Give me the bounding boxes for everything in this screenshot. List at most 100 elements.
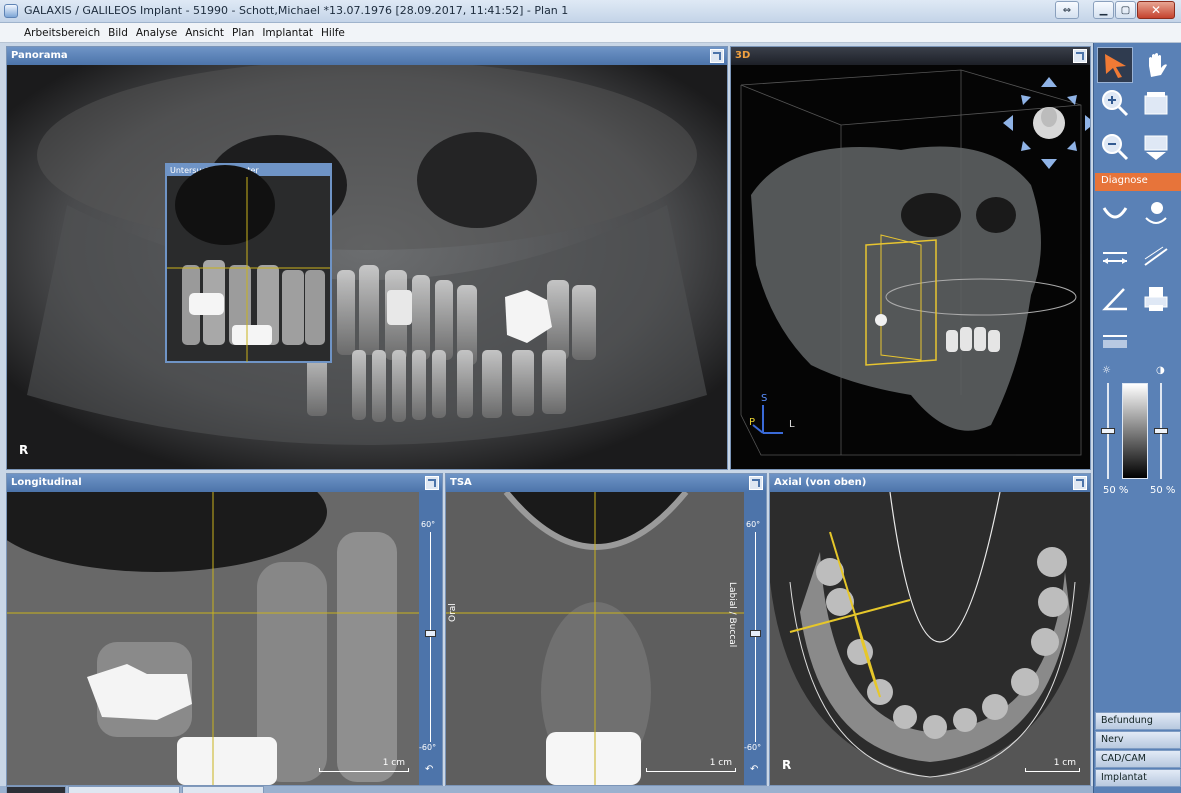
zoom-in-icon — [1102, 90, 1129, 117]
angle-icon — [1102, 288, 1127, 311]
longitudinal-panel: Longitudinal 60° -60° ↶ 1 cm — [6, 473, 443, 786]
menu-arbeitsbereich[interactable]: Arbeitsbereich — [24, 27, 100, 39]
view3d-view[interactable]: S P L — [731, 65, 1090, 469]
longitudinal-tilt-top: 60° — [421, 520, 436, 529]
menu-plan[interactable]: Plan — [232, 27, 254, 39]
view3d-header: 3D — [731, 47, 1090, 65]
workspace-tab[interactable] — [182, 786, 264, 793]
axial-orientation-label: R — [782, 758, 792, 772]
menu-bar: Arbeitsbereich Bild Analyse Ansicht Plan… — [0, 23, 1181, 43]
axial-view[interactable]: R 1 cm — [770, 492, 1090, 785]
tsa-tilt-bottom: -60° — [744, 743, 762, 752]
close-button[interactable]: ✕ — [1137, 1, 1175, 19]
brightness-value: 50 % — [1103, 485, 1129, 496]
menu-analyse[interactable]: Analyse — [136, 27, 177, 39]
distance-tool[interactable] — [1097, 238, 1133, 274]
density-tool[interactable] — [1097, 323, 1133, 359]
tsa-tilt-top: 60° — [746, 520, 761, 529]
ruler-horizontal-icon — [1103, 252, 1127, 264]
tsa-tilt-slider[interactable]: 60° -60° ↶ — [744, 492, 766, 785]
panorama-view[interactable]: Untersuchungsfenster R — [7, 65, 727, 469]
gray-level-gradient — [1122, 383, 1148, 479]
workspace-tab[interactable] — [6, 786, 66, 793]
longitudinal-tilt-slider[interactable]: 60° -60° ↶ — [419, 492, 442, 785]
layer-stack-icon — [1144, 92, 1168, 115]
brightness-handle[interactable] — [1101, 428, 1115, 434]
longitudinal-maximize-icon[interactable] — [425, 476, 439, 490]
ruler-diagonal-icon — [1144, 246, 1168, 266]
contrast-handle[interactable] — [1154, 428, 1168, 434]
tsa-reset-icon[interactable]: ↶ — [750, 764, 758, 775]
workspace-tab-bar — [0, 786, 1093, 793]
zoom-in-tool[interactable] — [1097, 85, 1133, 121]
contrast-value: 50 % — [1150, 485, 1176, 496]
tsa-tilt-handle[interactable] — [750, 630, 761, 637]
view3d-image: S P L — [731, 65, 1090, 469]
layer-down-tool[interactable] — [1138, 129, 1174, 165]
window-title: GALAXIS / GALILEOS Implant - 51990 - Sch… — [24, 4, 569, 17]
longitudinal-image — [7, 492, 419, 785]
title-bar: GALAXIS / GALILEOS Implant - 51990 - Sch… — [0, 0, 1181, 23]
density-ruler-icon — [1103, 335, 1127, 348]
axial-image — [770, 492, 1090, 785]
longitudinal-header: Longitudinal — [7, 474, 442, 492]
longitudinal-tilt-handle[interactable] — [425, 630, 436, 637]
axis-p-label: P — [749, 417, 755, 428]
tab-cad-cam[interactable]: CAD/CAM — [1095, 750, 1181, 768]
pointer-tool[interactable] — [1097, 47, 1133, 83]
tsa-image — [446, 492, 744, 785]
panorama-image: Untersuchungsfenster — [7, 65, 727, 469]
longitudinal-view[interactable]: 60° -60° ↶ 1 cm — [7, 492, 442, 785]
arrow-pointer-icon — [1105, 54, 1126, 78]
workspace-tab[interactable] — [68, 786, 180, 793]
longitudinal-tilt-bottom: -60° — [419, 743, 437, 752]
tsa-labial-label: Labial / Buccal — [727, 582, 737, 648]
minimize-button[interactable]: ▁ — [1093, 1, 1114, 19]
panorama-header: Panorama — [7, 47, 727, 65]
tsa-panel: TSA Oral Labial / Buccal 60° -60° ↶ 1 cm — [445, 473, 767, 786]
tsa-scale-bar: 1 cm — [646, 758, 736, 772]
longitudinal-reset-icon[interactable]: ↶ — [425, 764, 433, 775]
zoom-out-tool[interactable] — [1097, 129, 1133, 165]
tab-nerv[interactable]: Nerv — [1095, 731, 1181, 749]
exam-window[interactable]: Untersuchungsfenster — [165, 163, 332, 363]
axial-header: Axial (von oben) — [770, 474, 1090, 492]
tsa-view[interactable]: Oral Labial / Buccal 60° -60° ↶ 1 cm — [446, 492, 766, 785]
menu-implantat[interactable]: Implantat — [262, 27, 313, 39]
tsa-header: TSA — [446, 474, 766, 492]
menu-hilfe[interactable]: Hilfe — [321, 27, 345, 39]
maximize-button[interactable]: ▢ — [1115, 1, 1136, 19]
tab-befundung[interactable]: Befundung — [1095, 712, 1181, 730]
axial-maximize-icon[interactable] — [1073, 476, 1087, 490]
app-icon — [4, 4, 18, 18]
tsa-oral-label: Oral — [448, 603, 458, 622]
hand-icon — [1149, 53, 1167, 77]
axis-s-label: S — [761, 393, 767, 404]
axial-scale-bar: 1 cm — [1025, 758, 1080, 772]
switch-window-button[interactable]: ⇔ — [1055, 1, 1079, 19]
layer-up-tool[interactable] — [1138, 85, 1174, 121]
tab-implantat[interactable]: Implantat — [1095, 769, 1181, 787]
longitudinal-scale-bar: 1 cm — [319, 758, 409, 772]
contrast-icon: ◑ — [1156, 365, 1165, 376]
pan-tool[interactable] — [1138, 47, 1174, 83]
axis-l-label: L — [789, 419, 795, 430]
tsa-maximize-icon[interactable] — [749, 476, 763, 490]
segmentation-tool[interactable] — [1138, 195, 1174, 231]
view3d-maximize-icon[interactable] — [1073, 49, 1087, 63]
panorama-curve-tool[interactable] — [1097, 195, 1133, 231]
tab-diagnose[interactable]: Diagnose — [1095, 173, 1181, 191]
axial-panel: Axial (von oben) R 1 cm — [769, 473, 1091, 786]
tool-panel: Diagnose ☼ ◑ 50 % 50 % Befundung Nerv CA… — [1093, 43, 1181, 793]
menu-ansicht[interactable]: Ansicht — [185, 27, 224, 39]
zoom-out-icon — [1102, 134, 1129, 161]
printer-icon — [1144, 287, 1168, 311]
panorama-orientation-label: R — [19, 443, 29, 457]
print-tool[interactable] — [1138, 281, 1174, 317]
diagonal-distance-tool[interactable] — [1138, 238, 1174, 274]
panorama-maximize-icon[interactable] — [710, 49, 724, 63]
angle-tool[interactable] — [1097, 281, 1133, 317]
menu-bild[interactable]: Bild — [108, 27, 128, 39]
view3d-panel: 3D S P L — [730, 46, 1091, 470]
panorama-panel: Panorama R — [6, 46, 728, 470]
